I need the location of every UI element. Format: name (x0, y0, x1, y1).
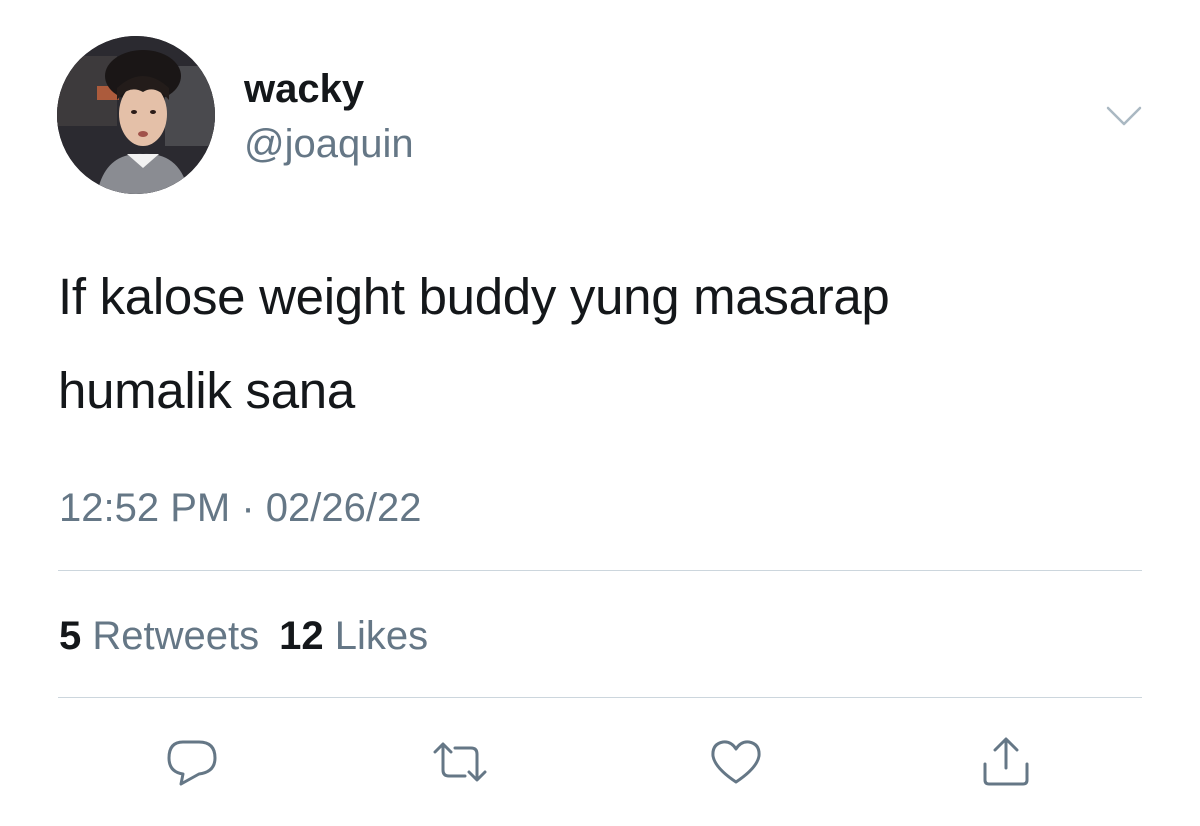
avatar-photo (57, 36, 215, 194)
divider (58, 570, 1142, 571)
tweet-timestamp[interactable]: 12:52 PM · 02/26/22 (59, 485, 421, 531)
tweet-text-line: If kalose weight buddy yung masarap (58, 268, 890, 325)
likes-stat[interactable]: 12 Likes (279, 614, 428, 658)
retweets-label: Retweets (92, 614, 260, 658)
tweet-card: wacky @joaquin If kalose weight buddy yu… (0, 0, 1200, 826)
likes-count: 12 (279, 614, 324, 658)
tweet-text-line: humalik sana (58, 362, 355, 419)
display-name[interactable]: wacky (244, 66, 364, 112)
reply-icon[interactable] (163, 736, 221, 788)
tweet-text: If kalose weight buddy yung masarap huma… (58, 250, 1148, 438)
chevron-down-icon[interactable] (1104, 100, 1144, 132)
avatar[interactable] (57, 36, 215, 194)
likes-label: Likes (334, 614, 429, 658)
retweets-stat[interactable]: 5 Retweets (59, 614, 259, 658)
retweets-count: 5 (59, 614, 82, 658)
engagement-stats: 5 Retweets 12 Likes (59, 613, 428, 659)
heart-icon[interactable] (707, 736, 765, 788)
share-icon[interactable] (977, 736, 1035, 788)
divider (58, 697, 1142, 698)
user-handle[interactable]: @joaquin (244, 121, 414, 167)
retweet-icon[interactable] (431, 736, 489, 788)
